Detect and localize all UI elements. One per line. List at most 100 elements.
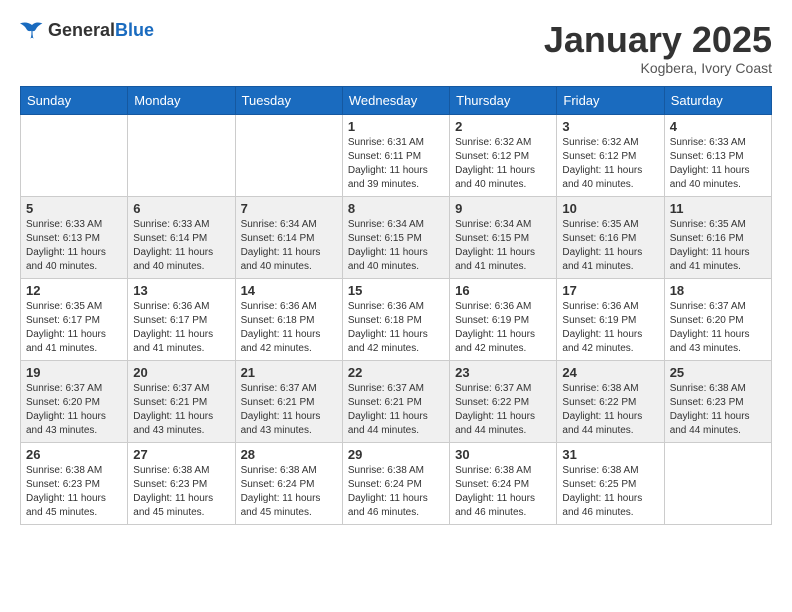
day-info: Sunrise: 6:36 AM Sunset: 6:19 PM Dayligh… — [455, 300, 551, 356]
day-number: 13 — [133, 283, 229, 298]
day-number: 25 — [670, 365, 766, 380]
calendar-cell: 29Sunrise: 6:38 AM Sunset: 6:24 PM Dayli… — [342, 442, 449, 524]
day-info: Sunrise: 6:38 AM Sunset: 6:23 PM Dayligh… — [670, 382, 766, 438]
calendar-cell: 23Sunrise: 6:37 AM Sunset: 6:22 PM Dayli… — [450, 360, 557, 442]
day-info: Sunrise: 6:38 AM Sunset: 6:24 PM Dayligh… — [455, 464, 551, 520]
day-info: Sunrise: 6:34 AM Sunset: 6:14 PM Dayligh… — [241, 218, 337, 274]
day-info: Sunrise: 6:32 AM Sunset: 6:12 PM Dayligh… — [455, 136, 551, 192]
col-saturday: Saturday — [664, 86, 771, 114]
day-number: 29 — [348, 447, 444, 462]
page: GeneralBlue January 2025 Kogbera, Ivory … — [0, 0, 792, 545]
day-info: Sunrise: 6:37 AM Sunset: 6:20 PM Dayligh… — [670, 300, 766, 356]
calendar-cell: 21 Sunrise: 6:37 AM Sunset: 6:21 PM Dayli… — [235, 360, 342, 442]
day-number: 7 — [241, 201, 337, 216]
calendar-cell: 25 Sunrise: 6:38 AM Sunset: 6:23 PM Dayli… — [664, 360, 771, 442]
day-number: 19 — [26, 365, 122, 380]
calendar-cell: 2 Sunrise: 6:32 AM Sunset: 6:12 PM Daylig… — [450, 114, 557, 196]
day-number: 22 — [348, 365, 444, 380]
day-number: 1 — [348, 119, 444, 134]
calendar-cell: 18 Sunrise: 6:37 AM Sunset: 6:20 PM Dayli… — [664, 278, 771, 360]
day-info: Sunrise: 6:31 AM Sunset: 6:11 PM Dayligh… — [348, 136, 444, 192]
calendar-cell: 26 Sunrise: 6:38 AM Sunset: 6:23 PM Dayli… — [21, 442, 128, 524]
calendar-cell — [21, 114, 128, 196]
day-info: Sunrise: 6:38 AM Sunset: 6:25 PM Dayligh… — [562, 464, 658, 520]
day-number: 3 — [562, 119, 658, 134]
day-number: 17 — [562, 283, 658, 298]
day-number: 8 — [348, 201, 444, 216]
day-info: Sunrise: 6:35 AM Sunset: 6:16 PM Dayligh… — [562, 218, 658, 274]
calendar-week-row-1: 1 Sunrise: 6:31 AM Sunset: 6:11 PM Daylig… — [21, 114, 772, 196]
header: GeneralBlue January 2025 Kogbera, Ivory … — [20, 20, 772, 76]
calendar-cell: 22 Sunrise: 6:37 AM Sunset: 6:21 PM Dayli… — [342, 360, 449, 442]
day-info: Sunrise: 6:33 AM Sunset: 6:14 PM Dayligh… — [133, 218, 229, 274]
weekday-header-row: Sunday Monday Tuesday Wednesday Thursday… — [21, 86, 772, 114]
calendar-cell — [664, 442, 771, 524]
day-info: Sunrise: 6:33 AM Sunset: 6:13 PM Dayligh… — [26, 218, 122, 274]
calendar-cell: 1 Sunrise: 6:31 AM Sunset: 6:11 PM Daylig… — [342, 114, 449, 196]
day-info: Sunrise: 6:37 AM Sunset: 6:21 PM Dayligh… — [133, 382, 229, 438]
calendar-cell: 3 Sunrise: 6:32 AM Sunset: 6:12 PM Daylig… — [557, 114, 664, 196]
day-info: Sunrise: 6:32 AM Sunset: 6:12 PM Dayligh… — [562, 136, 658, 192]
day-number: 10 — [562, 201, 658, 216]
day-info: Sunrise: 6:37 AM Sunset: 6:20 PM Dayligh… — [26, 382, 122, 438]
day-number: 21 — [241, 365, 337, 380]
calendar-cell: 10 Sunrise: 6:35 AM Sunset: 6:16 PM Dayli… — [557, 196, 664, 278]
day-number: 31 — [562, 447, 658, 462]
calendar-cell: 17 Sunrise: 6:36 AM Sunset: 6:19 PM Dayli… — [557, 278, 664, 360]
calendar-cell: 12 Sunrise: 6:35 AM Sunset: 6:17 PM Dayli… — [21, 278, 128, 360]
day-info: Sunrise: 6:36 AM Sunset: 6:17 PM Dayligh… — [133, 300, 229, 356]
day-info: Sunrise: 6:34 AM Sunset: 6:15 PM Dayligh… — [455, 218, 551, 274]
calendar-cell: 28 Sunrise: 6:38 AM Sunset: 6:24 PM Dayli… — [235, 442, 342, 524]
day-info: Sunrise: 6:38 AM Sunset: 6:23 PM Dayligh… — [26, 464, 122, 520]
logo-bird-icon — [20, 21, 44, 41]
col-thursday: Thursday — [450, 86, 557, 114]
day-info: Sunrise: 6:37 AM Sunset: 6:21 PM Dayligh… — [241, 382, 337, 438]
day-number: 28 — [241, 447, 337, 462]
calendar-cell: 31 Sunrise: 6:38 AM Sunset: 6:25 PM Dayli… — [557, 442, 664, 524]
day-number: 12 — [26, 283, 122, 298]
calendar-cell: 24Sunrise: 6:38 AM Sunset: 6:22 PM Dayli… — [557, 360, 664, 442]
day-number: 6 — [133, 201, 229, 216]
calendar-cell: 30 Sunrise: 6:38 AM Sunset: 6:24 PM Dayli… — [450, 442, 557, 524]
calendar: Sunday Monday Tuesday Wednesday Thursday… — [20, 86, 772, 525]
day-info: Sunrise: 6:38 AM Sunset: 6:24 PM Dayligh… — [241, 464, 337, 520]
calendar-cell: 20 Sunrise: 6:37 AM Sunset: 6:21 PM Dayli… — [128, 360, 235, 442]
logo-general: General — [48, 20, 115, 40]
logo: GeneralBlue — [20, 20, 154, 41]
calendar-week-row-2: 5Sunrise: 6:33 AM Sunset: 6:13 PM Daylig… — [21, 196, 772, 278]
day-number: 30 — [455, 447, 551, 462]
calendar-cell: 16 Sunrise: 6:36 AM Sunset: 6:19 PM Dayli… — [450, 278, 557, 360]
title-section: January 2025 Kogbera, Ivory Coast — [544, 20, 772, 76]
calendar-cell — [235, 114, 342, 196]
col-sunday: Sunday — [21, 86, 128, 114]
col-monday: Monday — [128, 86, 235, 114]
day-number: 16 — [455, 283, 551, 298]
day-info: Sunrise: 6:35 AM Sunset: 6:17 PM Dayligh… — [26, 300, 122, 356]
day-number: 9 — [455, 201, 551, 216]
calendar-cell: 11Sunrise: 6:35 AM Sunset: 6:16 PM Dayli… — [664, 196, 771, 278]
calendar-cell: 14 Sunrise: 6:36 AM Sunset: 6:18 PM Dayli… — [235, 278, 342, 360]
day-number: 2 — [455, 119, 551, 134]
calendar-cell: 7 Sunrise: 6:34 AM Sunset: 6:14 PM Daylig… — [235, 196, 342, 278]
col-friday: Friday — [557, 86, 664, 114]
day-info: Sunrise: 6:34 AM Sunset: 6:15 PM Dayligh… — [348, 218, 444, 274]
day-info: Sunrise: 6:37 AM Sunset: 6:22 PM Dayligh… — [455, 382, 551, 438]
day-number: 18 — [670, 283, 766, 298]
calendar-cell: 19 Sunrise: 6:37 AM Sunset: 6:20 PM Dayli… — [21, 360, 128, 442]
day-number: 14 — [241, 283, 337, 298]
calendar-cell: 5Sunrise: 6:33 AM Sunset: 6:13 PM Daylig… — [21, 196, 128, 278]
day-number: 27 — [133, 447, 229, 462]
day-info: Sunrise: 6:35 AM Sunset: 6:16 PM Dayligh… — [670, 218, 766, 274]
month-title: January 2025 — [544, 20, 772, 60]
day-info: Sunrise: 6:36 AM Sunset: 6:18 PM Dayligh… — [241, 300, 337, 356]
calendar-cell: 13 Sunrise: 6:36 AM Sunset: 6:17 PM Dayli… — [128, 278, 235, 360]
calendar-cell: 8 Sunrise: 6:34 AM Sunset: 6:15 PM Daylig… — [342, 196, 449, 278]
day-info: Sunrise: 6:36 AM Sunset: 6:19 PM Dayligh… — [562, 300, 658, 356]
calendar-cell — [128, 114, 235, 196]
day-number: 24 — [562, 365, 658, 380]
day-info: Sunrise: 6:36 AM Sunset: 6:18 PM Dayligh… — [348, 300, 444, 356]
logo-blue: Blue — [115, 20, 154, 40]
day-number: 20 — [133, 365, 229, 380]
day-info: Sunrise: 6:37 AM Sunset: 6:21 PM Dayligh… — [348, 382, 444, 438]
day-number: 26 — [26, 447, 122, 462]
